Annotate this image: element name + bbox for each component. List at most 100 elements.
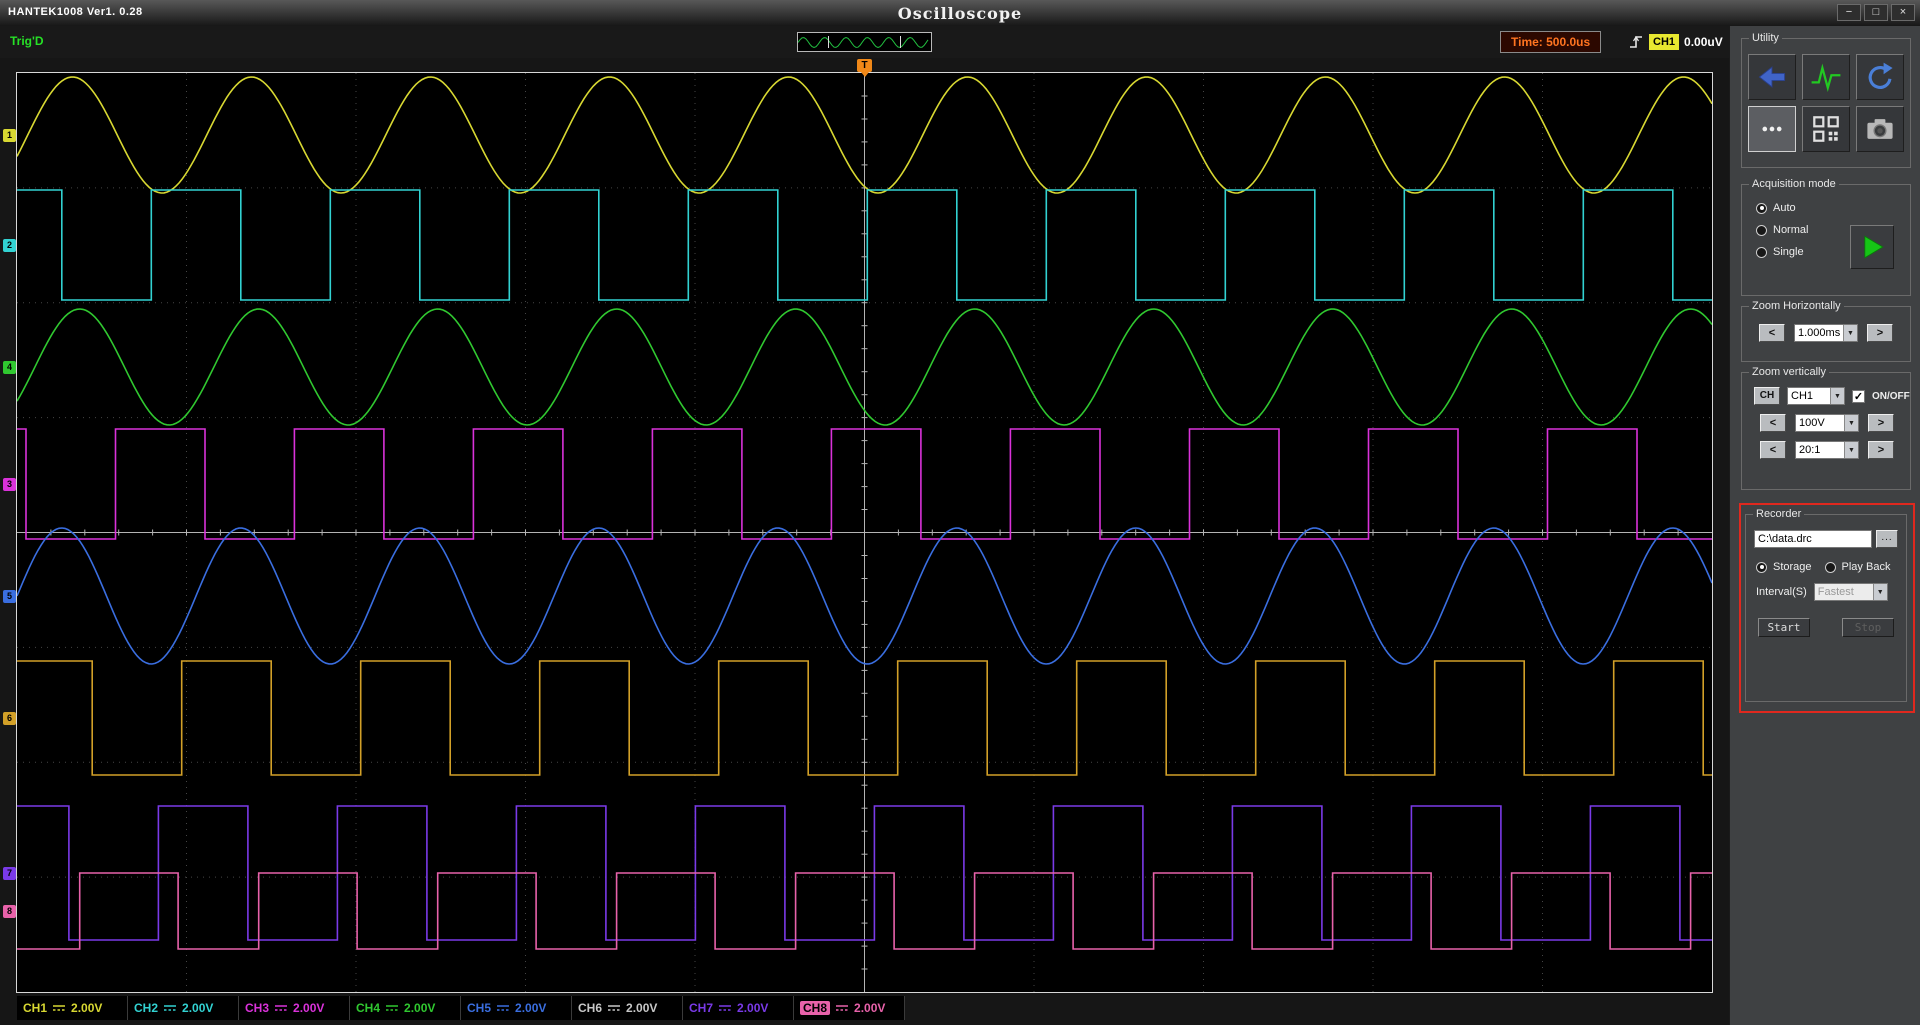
channel-status-ch2[interactable]: CH2 2.00V: [128, 996, 239, 1020]
probe-prev-button[interactable]: <: [1760, 441, 1786, 459]
channel-name-label: CH3: [245, 1001, 270, 1015]
zoom-horizontal-group: Zoom Horizontally < 1.000ms ▼ >: [1741, 300, 1911, 362]
probe-next-button[interactable]: >: [1868, 441, 1894, 459]
trigger-source-badge[interactable]: CH1: [1649, 34, 1680, 50]
volts-next-button[interactable]: >: [1868, 414, 1894, 432]
chevron-down-icon[interactable]: ▼: [1830, 388, 1844, 404]
probe-select[interactable]: 20:1 ▼: [1795, 441, 1859, 459]
channel-marker-ch8[interactable]: 8: [3, 905, 16, 918]
run-button[interactable]: [1850, 225, 1894, 269]
app-window: HANTEK1008 Ver1. 0.28 Oscilloscope − □ ×…: [0, 0, 1920, 1025]
radio-storage[interactable]: Storage: [1756, 561, 1812, 573]
recorder-group-label: Recorder: [1753, 508, 1805, 520]
channel-marker-ch5[interactable]: 5: [3, 590, 16, 603]
chevron-down-icon[interactable]: ▼: [1844, 415, 1858, 431]
channel-marker-ch6[interactable]: 6: [3, 712, 16, 725]
utility-group: Utility: [1741, 32, 1911, 168]
channel-status-ch8[interactable]: CH8 2.00V: [794, 996, 905, 1020]
radio-auto[interactable]: Auto: [1756, 202, 1910, 214]
start-button[interactable]: Start: [1758, 618, 1810, 637]
channel-volts-value: 2.00V: [515, 1001, 547, 1015]
record-file-path-input[interactable]: C:\data.drc: [1754, 530, 1872, 548]
waveform-preview[interactable]: [797, 32, 932, 52]
back-button[interactable]: [1748, 54, 1796, 100]
channel-name-label: CH2: [134, 1001, 159, 1015]
radio-normal-label: Normal: [1773, 224, 1809, 236]
waveform-button[interactable]: [1802, 54, 1850, 100]
trigger-edge-icon: [1630, 35, 1642, 48]
preview-left-tick: [828, 36, 829, 48]
waveform-icon: [1811, 63, 1841, 92]
channel-name-label: CH8: [800, 1001, 831, 1015]
dc-coupling-icon: [275, 1005, 288, 1011]
channel-marker-ch1[interactable]: 1: [3, 129, 16, 142]
volts-prev-button[interactable]: <: [1760, 414, 1786, 432]
trigger-position-marker[interactable]: T: [857, 59, 872, 77]
recorder-group: Recorder C:\data.drc ... Storage Play Ba…: [1745, 508, 1907, 702]
channel-name-label: CH1: [23, 1001, 48, 1015]
stop-button[interactable]: Stop: [1842, 618, 1894, 637]
volts-select[interactable]: 100V ▼: [1795, 414, 1859, 432]
channel-select-value: CH1: [1791, 390, 1814, 402]
channel-volts-value: 2.00V: [71, 1001, 103, 1015]
dc-coupling-icon: [53, 1005, 66, 1011]
dc-coupling-icon: [608, 1005, 621, 1011]
chevron-down-icon[interactable]: ▼: [1843, 325, 1857, 341]
channel-select[interactable]: CH1 ▼: [1787, 387, 1845, 405]
zoom-horizontal-label: Zoom Horizontally: [1749, 300, 1844, 312]
channel-status-ch5[interactable]: CH5 2.00V: [461, 996, 572, 1020]
acquisition-group: Acquisition mode Auto Normal Single: [1741, 178, 1911, 296]
zoomh-next-button[interactable]: >: [1867, 324, 1893, 342]
radio-playback[interactable]: Play Back: [1824, 561, 1890, 573]
channel-name-label: CH5: [467, 1001, 492, 1015]
snapshot-button[interactable]: [1856, 106, 1904, 152]
scope-canvas[interactable]: [17, 73, 1712, 992]
status-bar: Trig'D Time: 500.0us CH1 0.00uV: [0, 26, 1729, 58]
channel-status-ch7[interactable]: CH7 2.00V: [683, 996, 794, 1020]
channel-status-ch6[interactable]: CH6 2.00V: [572, 996, 683, 1020]
qrcode-button[interactable]: [1802, 106, 1850, 152]
channel-status-ch3[interactable]: CH3 2.00V: [239, 996, 350, 1020]
maximize-button[interactable]: □: [1864, 4, 1888, 21]
more-options-button[interactable]: [1748, 106, 1796, 152]
preview-right-tick: [900, 36, 901, 48]
dc-coupling-icon: [497, 1005, 510, 1011]
channel-marker-ch4[interactable]: 4: [3, 361, 16, 374]
channel-status-ch1[interactable]: CH1 2.00V: [17, 996, 128, 1020]
browse-button[interactable]: ...: [1876, 530, 1898, 548]
channel-status-bar: CH1 2.00V CH2 2.00V CH3 2.00V CH4 2.00V CH5 2.00V…: [17, 996, 905, 1020]
zoom-vertical-group: Zoom vertically CH CH1 ▼ ✓ ON/OFF < 100V…: [1741, 366, 1911, 490]
zoomh-prev-button[interactable]: <: [1759, 324, 1785, 342]
channel-name-label: CH6: [578, 1001, 603, 1015]
close-button[interactable]: ×: [1891, 4, 1915, 21]
channel-onoff-checkbox[interactable]: ✓: [1852, 389, 1865, 403]
dc-coupling-icon: [164, 1005, 177, 1011]
timebase-select[interactable]: 1.000ms ▼: [1794, 324, 1858, 342]
chevron-down-icon[interactable]: ▼: [1844, 442, 1858, 458]
utility-buttons: [1742, 54, 1910, 152]
channel-volts-value: 2.00V: [854, 1001, 886, 1015]
dots-icon: [1762, 126, 1782, 132]
interval-select[interactable]: Fastest ▼: [1813, 583, 1888, 601]
scope-display[interactable]: [16, 72, 1713, 993]
dc-coupling-icon: [386, 1005, 399, 1011]
back-arrow-icon: [1758, 66, 1786, 88]
scope-region: Trig'D Time: 500.0us CH1 0.00uV T 1 2 4 3 5 6…: [0, 26, 1729, 1025]
play-icon: [1864, 235, 1884, 259]
channel-marker-ch7[interactable]: 7: [3, 867, 16, 880]
acquisition-group-label: Acquisition mode: [1749, 178, 1839, 190]
rotate-button[interactable]: [1856, 54, 1904, 100]
channel-marker-ch2[interactable]: 2: [3, 239, 16, 252]
minimize-button[interactable]: −: [1837, 4, 1861, 21]
chevron-down-icon[interactable]: ▼: [1872, 584, 1887, 600]
trigger-info: CH1 0.00uV: [1628, 32, 1723, 52]
ch-label-button[interactable]: CH: [1754, 387, 1780, 405]
channel-marker-ch3[interactable]: 3: [3, 478, 16, 491]
trigger-level-value: 0.00uV: [1684, 35, 1723, 49]
channel-status-ch4[interactable]: CH4 2.00V: [350, 996, 461, 1020]
channel-volts-value: 2.00V: [404, 1001, 436, 1015]
timebase-display[interactable]: Time: 500.0us: [1500, 31, 1602, 53]
trigger-status: Trig'D: [10, 34, 44, 48]
radio-dot: [1824, 561, 1836, 573]
channel-volts-value: 2.00V: [293, 1001, 325, 1015]
